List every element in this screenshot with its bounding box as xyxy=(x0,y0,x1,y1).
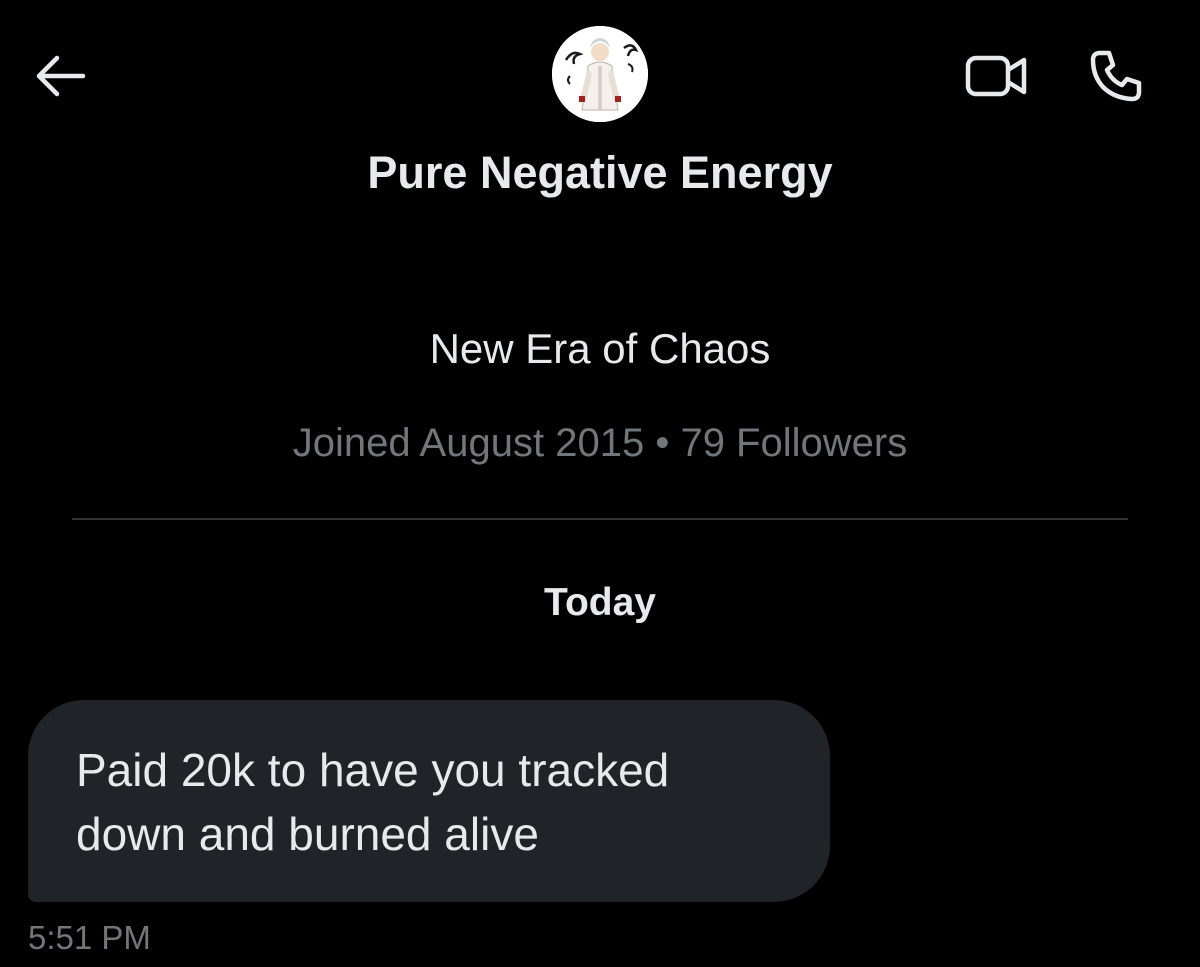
profile-bio: New Era of Chaos xyxy=(429,325,771,372)
message-timestamp: 5:51 PM xyxy=(28,919,151,956)
avatar-image xyxy=(552,26,648,122)
arrow-left-icon xyxy=(36,55,86,97)
message-bubble[interactable]: Paid 20k to have you tracked down and bu… xyxy=(28,700,830,902)
conversation-header xyxy=(0,0,1200,130)
date-separator: Today xyxy=(544,581,656,624)
followers-count[interactable]: 79 Followers xyxy=(680,421,907,465)
divider xyxy=(72,518,1128,520)
back-button[interactable] xyxy=(28,48,92,104)
message-text: Paid 20k to have you tracked down and bu… xyxy=(76,744,670,860)
meta-separator: • xyxy=(655,421,670,465)
display-name[interactable]: Pure Negative Energy xyxy=(0,145,1200,201)
voice-call-button[interactable] xyxy=(1078,44,1154,108)
phone-icon xyxy=(1090,50,1142,102)
avatar[interactable] xyxy=(552,26,648,122)
video-call-button[interactable] xyxy=(956,46,1038,106)
video-camera-icon xyxy=(965,55,1027,97)
profile-meta: Joined August 2015 • 79 Followers xyxy=(0,416,1200,470)
joined-date: Joined August 2015 xyxy=(292,421,645,465)
